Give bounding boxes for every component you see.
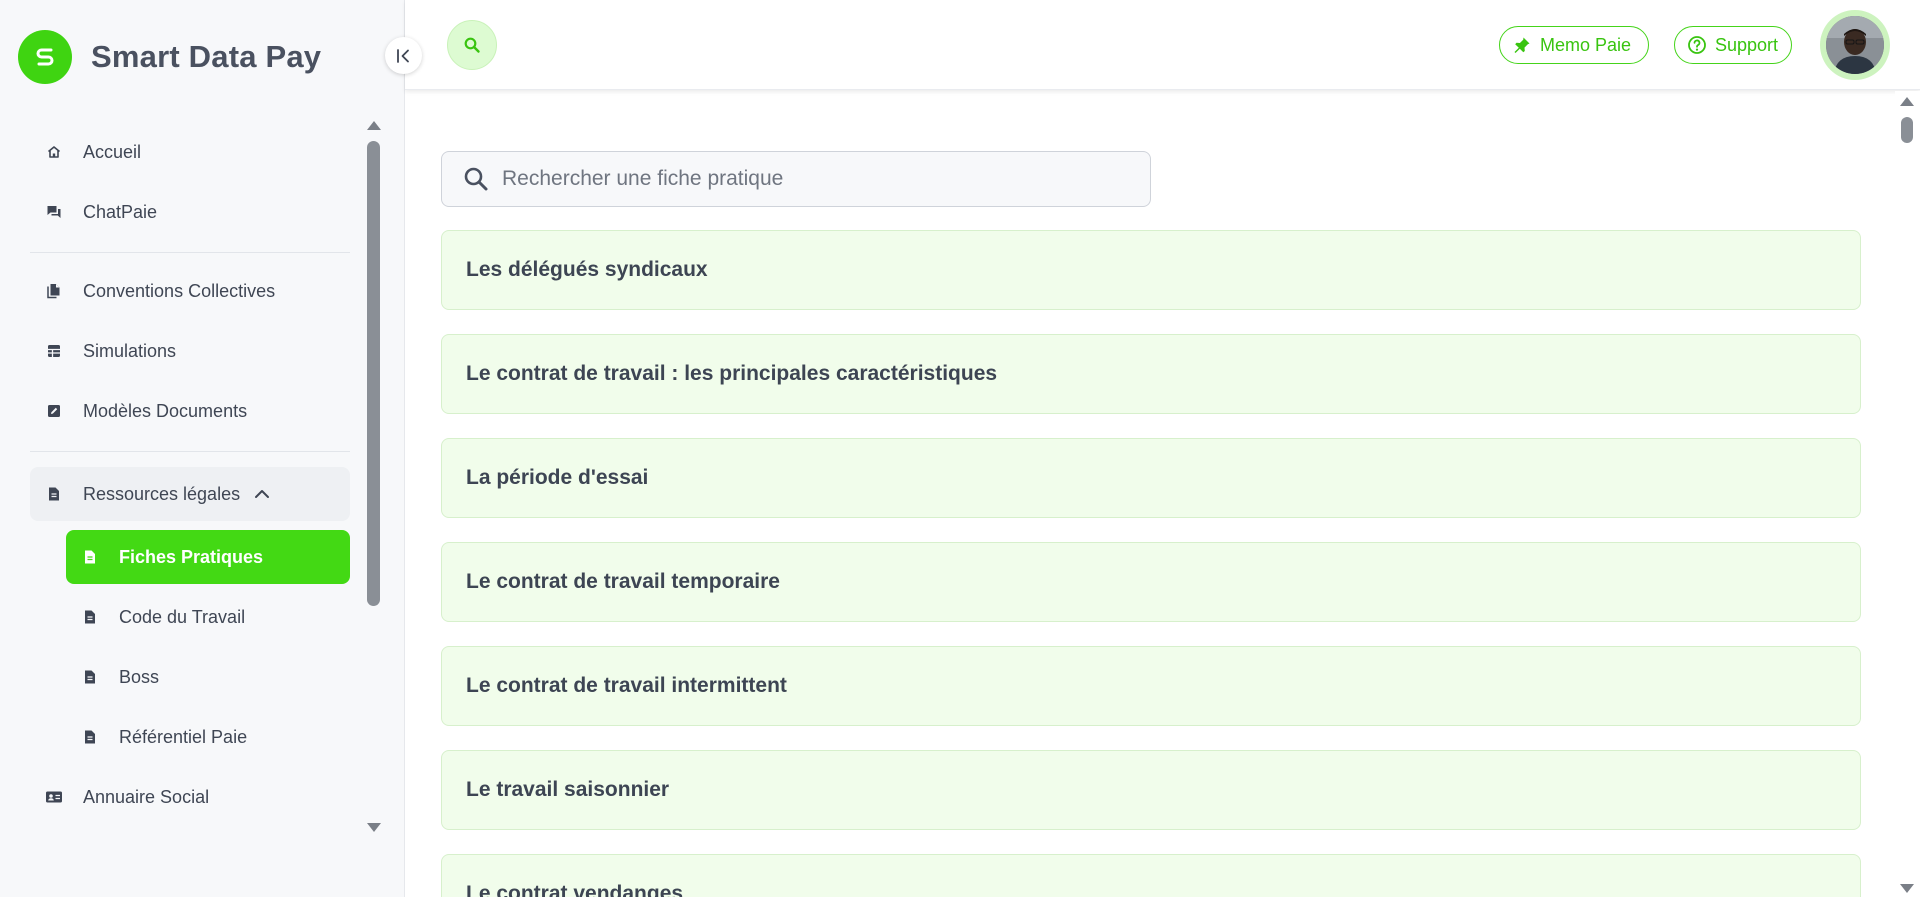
sidebar-item-conventions[interactable]: Conventions Collectives [30,264,350,318]
fiche-title: Le contrat de travail temporaire [466,570,780,593]
grid-icon [43,340,65,362]
fiche-card[interactable]: Le contrat vendanges [441,854,1861,897]
home-icon [43,141,65,163]
scroll-up-arrow-icon[interactable] [367,121,381,130]
document-icon [79,726,101,748]
sidebar-subitem-boss[interactable]: Boss [66,650,350,704]
edit-document-icon [43,400,65,422]
collapse-left-icon [396,48,409,63]
sidebar-item-label: Ressources légales [83,483,241,504]
fiche-card[interactable]: Le contrat de travail intermittent [441,646,1861,726]
sidebar-item-label: Fiches Pratiques [119,546,264,567]
sidebar-subitem-code-du-travail[interactable]: Code du Travail [66,590,350,644]
fiche-title: Le contrat de travail intermittent [466,674,787,697]
sidebar-item-label: Modèles Documents [83,400,248,421]
sidebar-scrollbar[interactable] [364,116,384,832]
collapse-sidebar-button[interactable] [385,37,422,74]
fiche-search-input[interactable] [502,167,1122,191]
fiche-card[interactable]: Le contrat de travail temporaire [441,542,1861,622]
fiches-pratiques-page: Les délégués syndicaux Le contrat de tra… [405,91,1895,897]
document-icon [79,546,101,568]
sidebar-item-simulations[interactable]: Simulations [30,324,350,378]
chevron-up-icon [254,489,270,499]
sidebar-item-label: ChatPaie [83,201,158,222]
sidebar-item-annuaire-social[interactable]: Annuaire Social [30,770,350,824]
sidebar-item-label: Référentiel Paie [119,726,248,747]
scroll-down-arrow-icon[interactable] [1900,884,1914,893]
sidebar: Smart Data Pay Accueil ChatPaie Conventi… [0,0,405,897]
support-button[interactable]: Support [1674,26,1792,64]
scroll-up-arrow-icon[interactable] [1900,97,1914,106]
sidebar-subitem-fiches-pratiques[interactable]: Fiches Pratiques [66,530,350,584]
fiche-card[interactable]: Le travail saisonnier [441,750,1861,830]
avatar-photo [1826,16,1884,74]
scrollbar-thumb[interactable] [367,141,380,606]
fiche-title: Le travail saisonnier [466,778,670,801]
sidebar-item-label: Simulations [83,340,177,361]
sidebar-divider [30,451,350,452]
main-scrollbar[interactable] [1895,91,1920,897]
chat-icon [43,201,65,223]
sidebar-item-label: Annuaire Social [83,786,210,807]
sidebar-item-accueil[interactable]: Accueil [30,125,350,179]
fiche-card[interactable]: La période d'essai [441,438,1861,518]
fiche-title: Le contrat vendanges [466,882,684,897]
search-toggle-button[interactable] [447,20,497,70]
document-icon [43,483,65,505]
sidebar-item-label: Boss [119,666,160,687]
memo-paie-button[interactable]: Memo Paie [1499,26,1649,64]
help-circle-icon [1687,35,1707,55]
document-icon [79,666,101,688]
sidebar-item-label: Code du Travail [119,606,246,627]
brand-name: Smart Data Pay [91,39,322,74]
support-label: Support [1715,34,1779,55]
documents-icon [43,280,65,302]
sidebar-subitem-referentiel-paie[interactable]: Référentiel Paie [66,710,350,764]
contact-card-icon [43,786,65,808]
fiche-card[interactable]: Les délégués syndicaux [441,230,1861,310]
sidebar-item-modeles-documents[interactable]: Modèles Documents [30,384,350,438]
search-icon [464,37,480,53]
user-avatar[interactable] [1820,10,1890,80]
sidebar-item-ressources-legales[interactable]: Ressources légales [30,467,350,521]
scrollbar-thumb[interactable] [1901,117,1913,143]
top-header: Memo Paie Support [405,0,1920,90]
brand-logo-icon [18,30,72,84]
sidebar-item-label: Accueil [83,141,142,162]
memo-paie-label: Memo Paie [1540,34,1632,55]
scroll-down-arrow-icon[interactable] [367,823,381,832]
document-icon [79,606,101,628]
fiche-title: Le contrat de travail : les principales … [466,362,998,385]
search-icon [462,165,490,193]
brand[interactable]: Smart Data Pay [18,30,321,84]
fiche-title: Les délégués syndicaux [466,258,708,281]
fiche-search-box[interactable] [441,151,1151,207]
sidebar-item-label: Conventions Collectives [83,280,276,301]
fiche-card[interactable]: Le contrat de travail : les principales … [441,334,1861,414]
pin-icon [1512,35,1532,55]
sidebar-divider [30,252,350,253]
sidebar-item-chatpaie[interactable]: ChatPaie [30,185,350,239]
fiche-title: La période d'essai [466,466,649,489]
